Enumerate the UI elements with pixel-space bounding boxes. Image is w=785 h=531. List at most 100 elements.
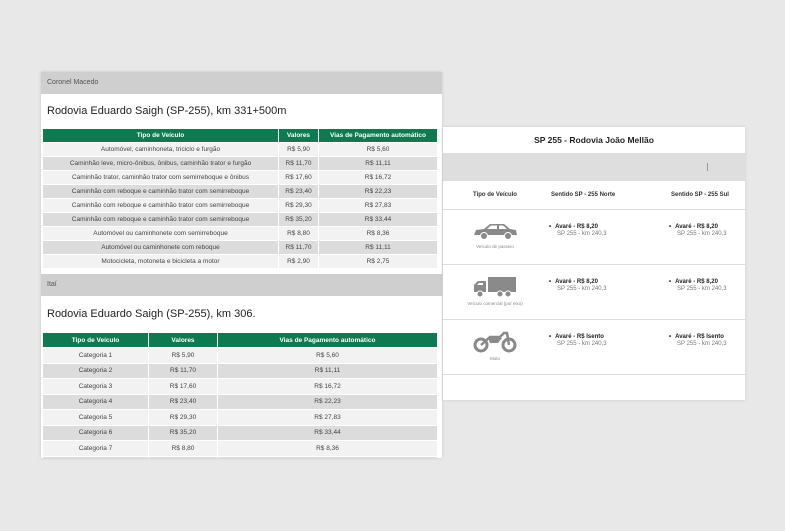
north-price: Avaré - R$ Isento [549, 334, 645, 340]
cell-value: R$ 8,80 [148, 440, 218, 457]
cell-vehicle: Categoria 3 [42, 378, 149, 395]
south-km: SP 255 - km 240,3 [677, 231, 727, 237]
cell-auto-payment: R$ 16,72 [318, 170, 438, 185]
table-row: Caminhão leve, micro-ônibus, ônibus, cam… [42, 156, 438, 171]
cell-auto-payment: R$ 2,75 [318, 254, 438, 269]
south-km: SP 255 - km 240,3 [677, 341, 727, 347]
cell-auto-payment: R$ 11,11 [217, 362, 438, 379]
divider-mark [707, 163, 708, 171]
cell-auto-payment: R$ 8,36 [217, 440, 438, 457]
south-price: Avaré - R$ Isento [669, 334, 745, 340]
toll-table-km331: Tipo de Veículo Valores Vias de Pagament… [42, 128, 438, 269]
cell-value: R$ 17,60 [278, 170, 319, 185]
cell-vehicle: Caminhão com reboque e caminhão trator c… [42, 198, 279, 213]
cell-auto-payment: R$ 16,72 [217, 378, 438, 395]
vehicle-row-truck: Veículo comercial (por eixo) Avaré - R$ … [443, 265, 745, 320]
cell-vehicle: Automóvel, caminhoneta, triciclo e furgã… [42, 142, 279, 157]
cell-value: R$ 35,20 [278, 212, 319, 227]
cell-value: R$ 29,30 [278, 198, 319, 213]
cell-vehicle: Categoria 5 [42, 409, 149, 426]
table-row: Categoria 3 R$ 17,60 R$ 16,72 [42, 378, 438, 395]
col-header-values: Valores [148, 332, 218, 348]
left-panel: Coronel Macedo Rodovia Eduardo Saigh (SP… [41, 72, 442, 458]
vehicle-label: Veículo comercial (por eixo) [467, 301, 523, 306]
cell-vehicle: Automóvel ou caminhonete com semirreboqu… [42, 226, 279, 241]
toll-table-km306: Tipo de Veículo Valores Vias de Pagament… [42, 332, 438, 458]
cell-auto-payment: R$ 22,23 [318, 184, 438, 199]
cell-value: R$ 5,90 [148, 347, 218, 364]
table-row: Categoria 7 R$ 8,80 R$ 8,36 [42, 440, 438, 457]
col-header-auto-payment: Vias de Pagamento automático [217, 332, 438, 348]
cell-value: R$ 5,90 [278, 142, 319, 157]
table-row: Categoria 6 R$ 35,20 R$ 33,44 [42, 424, 438, 441]
col-header-south: Sentido SP - 255 Sul [671, 192, 729, 198]
cell-value: R$ 2,90 [278, 254, 319, 269]
table-row: Caminhão com reboque e caminhão trator c… [42, 184, 438, 199]
location-bar-itai: Itaí [41, 274, 442, 296]
col-header-values: Valores [278, 128, 319, 143]
table-row: Motocicleta, motoneta e bicicleta a moto… [42, 254, 438, 269]
cell-vehicle: Motocicleta, motoneta e bicicleta a moto… [42, 254, 279, 269]
cell-auto-payment: R$ 11,11 [318, 156, 438, 171]
vehicle-label: Veículo de passeio [476, 244, 514, 249]
table-row: Caminhão com reboque e caminhão trator c… [42, 212, 438, 227]
right-panel-title: SP 255 - Rodovia João Mellão [534, 135, 654, 145]
north-price: Avaré - R$ 8,20 [549, 224, 645, 230]
cell-auto-payment: R$ 27,83 [318, 198, 438, 213]
cell-auto-payment: R$ 33,44 [217, 424, 438, 441]
cell-value: R$ 23,40 [278, 184, 319, 199]
road-title-km331: Rodovia Eduardo Saigh (SP-255), km 331+5… [47, 105, 287, 117]
table-row: Caminhão com reboque e caminhão trator c… [42, 198, 438, 213]
table-row: Automóvel ou caminhonete com reboque R$ 1… [42, 240, 438, 255]
cell-vehicle: Categoria 2 [42, 362, 149, 379]
vehicle-label: Moto [489, 356, 500, 361]
north-km: SP 255 - km 240,3 [557, 286, 607, 292]
col-header-vehicle: Tipo de Veículo [42, 332, 149, 348]
south-km: SP 255 - km 240,3 [677, 286, 727, 292]
truck-icon [474, 277, 516, 298]
col-header-vehicle: Tipo de Veículo [473, 192, 517, 198]
cell-vehicle: Caminhão trator, caminhão trator com sem… [42, 170, 279, 185]
car-icon [474, 224, 517, 240]
motorcycle-icon [473, 331, 517, 353]
cell-auto-payment: R$ 11,11 [217, 455, 438, 458]
cell-vehicle: Categoria 4 [42, 393, 149, 410]
north-km: SP 255 - km 240,3 [557, 341, 607, 347]
table-row: Categoria 1 R$ 5,90 R$ 5,60 [42, 347, 438, 364]
cell-auto-payment: R$ 33,44 [318, 212, 438, 227]
road-title-km306: Rodovia Eduardo Saigh (SP-255), km 306. [47, 308, 256, 320]
cell-auto-payment: R$ 5,60 [318, 142, 438, 157]
right-table-header: Tipo de Veículo Sentido SP - 255 Norte S… [443, 181, 745, 210]
table-row: Automóvel, caminhoneta, triciclo e furgã… [42, 142, 438, 157]
vehicle-row-motorcycle: Moto Avaré - R$ Isento SP 255 - km 240,3… [443, 320, 745, 375]
cell-value: R$ 8,80 [278, 226, 319, 241]
cell-vehicle: Categoria 8 [42, 455, 149, 458]
location-bar-coronel-macedo: Coronel Macedo [41, 72, 442, 94]
gray-band [443, 153, 745, 181]
cell-auto-payment: R$ 22,23 [217, 393, 438, 410]
north-km: SP 255 - km 240,3 [557, 231, 607, 237]
cell-auto-payment: R$ 8,36 [318, 226, 438, 241]
table-row: Categoria 5 R$ 29,30 R$ 27,83 [42, 409, 438, 426]
cell-auto-payment: R$ 27,83 [217, 409, 438, 426]
cell-vehicle: Automóvel ou caminhonete com reboque [42, 240, 279, 255]
right-panel: SP 255 - Rodovia João Mellão Tipo de Veí… [443, 127, 745, 400]
cell-value: R$ 11,70 [148, 362, 218, 379]
col-header-north: Sentido SP - 255 Norte [551, 192, 616, 198]
north-price: Avaré - R$ 8,20 [549, 279, 645, 285]
cell-vehicle: Categoria 7 [42, 440, 149, 457]
cell-value: R$ 11,70 [278, 240, 319, 255]
cell-auto-payment: R$ 11,11 [318, 240, 438, 255]
cell-value: R$ 11,70 [148, 455, 218, 458]
table-row: Categoria 8R$ 11,70R$ 11,11 [42, 455, 438, 458]
cell-value: R$ 29,30 [148, 409, 218, 426]
cell-auto-payment: R$ 5,60 [217, 347, 438, 364]
table-row: Caminhão trator, caminhão trator com sem… [42, 170, 438, 185]
cell-vehicle: Caminhão com reboque e caminhão trator c… [42, 184, 279, 199]
col-header-auto-payment: Vias de Pagamento automático [318, 128, 438, 143]
cell-value: R$ 17,60 [148, 378, 218, 395]
cell-value: R$ 11,70 [278, 156, 319, 171]
table-row: Categoria 4 R$ 23,40 R$ 22,23 [42, 393, 438, 410]
cell-vehicle: Caminhão leve, micro-ônibus, ônibus, cam… [42, 156, 279, 171]
south-price: Avaré - R$ 8,20 [669, 224, 745, 230]
